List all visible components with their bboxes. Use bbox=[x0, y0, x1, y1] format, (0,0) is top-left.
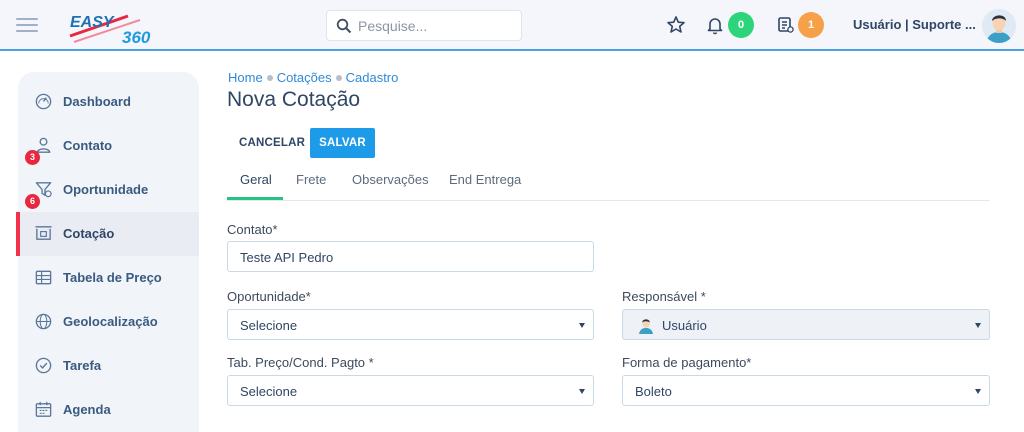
responsavel-select[interactable]: Usuário bbox=[622, 309, 990, 340]
app-logo[interactable]: EASY 360 bbox=[68, 10, 163, 47]
tab-end-entrega[interactable]: End Entrega bbox=[449, 172, 521, 200]
tasks-badge[interactable]: 1 bbox=[798, 12, 824, 38]
sidebar-item-label: Tarefa bbox=[63, 358, 102, 373]
globe-icon bbox=[35, 313, 52, 330]
contato-field[interactable]: Teste API Pedro bbox=[227, 241, 594, 272]
sidebar: Dashboard Contato 3 Oportunidade 6 Cotaç… bbox=[16, 72, 199, 432]
sidebar-item-geolocalizacao[interactable]: Geolocalização bbox=[18, 300, 199, 344]
notifications-badge[interactable]: 0 bbox=[728, 12, 754, 38]
contato-value: Teste API Pedro bbox=[240, 250, 334, 265]
sidebar-item-cotacao[interactable]: Cotação bbox=[16, 212, 199, 256]
task-check-icon bbox=[35, 357, 52, 374]
breadcrumb-home[interactable]: Home bbox=[228, 70, 263, 85]
sidebar-item-oportunidade[interactable]: Oportunidade 6 bbox=[18, 168, 199, 212]
sidebar-item-label: Tabela de Preço bbox=[63, 270, 162, 285]
user-avatar[interactable] bbox=[982, 9, 1016, 43]
forma-pagamento-label: Forma de pagamento* bbox=[622, 355, 752, 370]
sidebar-item-dashboard[interactable]: Dashboard bbox=[18, 80, 199, 124]
dashboard-gauge-icon bbox=[35, 93, 52, 110]
sidebar-item-tabela-de-preco[interactable]: Tabela de Preço bbox=[18, 256, 199, 300]
responsavel-value: Usuário bbox=[662, 318, 707, 333]
active-indicator bbox=[16, 212, 20, 256]
chevron-down-icon bbox=[579, 389, 585, 394]
sidebar-item-label: Agenda bbox=[63, 402, 111, 417]
save-button[interactable]: SALVAR bbox=[310, 128, 375, 158]
quote-icon bbox=[35, 226, 52, 240]
menu-icon[interactable] bbox=[16, 18, 38, 32]
breadcrumb: Home Cotações Cadastro bbox=[228, 70, 398, 85]
breadcrumb-separator bbox=[266, 75, 273, 82]
page-title: Nova Cotação bbox=[227, 88, 361, 111]
forma-pagamento-value: Boleto bbox=[635, 384, 672, 399]
form-tabs: Geral Frete Observações End Entrega bbox=[227, 166, 990, 201]
contato-count-badge: 3 bbox=[25, 150, 40, 165]
svg-text:EASY: EASY bbox=[70, 14, 115, 31]
svg-text:360: 360 bbox=[122, 28, 151, 46]
tab-geral[interactable]: Geral bbox=[240, 172, 272, 200]
search-input[interactable]: Pesquise... bbox=[326, 10, 522, 41]
responsavel-label: Responsável * bbox=[622, 289, 706, 304]
active-tab-indicator bbox=[227, 197, 283, 200]
sidebar-item-agenda[interactable]: Agenda bbox=[18, 388, 199, 432]
oportunidade-count-badge: 6 bbox=[25, 194, 40, 209]
tab-preco-label: Tab. Preço/Cond. Pagto * bbox=[227, 355, 374, 370]
tab-frete[interactable]: Frete bbox=[296, 172, 326, 200]
oportunidade-select[interactable]: Selecione bbox=[227, 309, 594, 340]
contato-label: Contato* bbox=[227, 222, 278, 237]
price-table-icon bbox=[35, 270, 52, 285]
sidebar-item-label: Dashboard bbox=[63, 94, 131, 109]
tab-observacoes[interactable]: Observações bbox=[352, 172, 429, 200]
breadcrumb-cotacoes[interactable]: Cotações bbox=[277, 70, 332, 85]
user-menu-label[interactable]: Usuário | Suporte ... bbox=[853, 17, 976, 32]
chevron-down-icon bbox=[975, 323, 981, 328]
oportunidade-value: Selecione bbox=[240, 318, 298, 333]
sidebar-item-label: Oportunidade bbox=[63, 182, 149, 197]
tab-preco-value: Selecione bbox=[240, 384, 298, 399]
calendar-icon bbox=[35, 401, 52, 417]
oportunidade-label: Oportunidade* bbox=[227, 289, 311, 304]
forma-pagamento-select[interactable]: Boleto bbox=[622, 375, 990, 406]
bell-icon[interactable] bbox=[705, 15, 725, 35]
tab-preco-select[interactable]: Selecione bbox=[227, 375, 594, 406]
top-bar: EASY 360 Pesquise... 0 1 Usuário | Supor… bbox=[0, 0, 1024, 51]
user-avatar-icon bbox=[639, 319, 653, 334]
search-icon bbox=[336, 18, 352, 34]
sidebar-item-contato[interactable]: Contato 3 bbox=[18, 124, 199, 168]
sidebar-item-tarefa[interactable]: Tarefa bbox=[18, 344, 199, 388]
chevron-down-icon bbox=[975, 389, 981, 394]
sidebar-item-label: Contato bbox=[63, 138, 113, 153]
sidebar-item-label: Geolocalização bbox=[63, 314, 158, 329]
search-placeholder: Pesquise... bbox=[358, 18, 428, 34]
breadcrumb-separator bbox=[335, 75, 342, 82]
tasks-list-icon[interactable] bbox=[776, 15, 796, 35]
chevron-down-icon bbox=[579, 323, 585, 328]
breadcrumb-cadastro: Cadastro bbox=[345, 70, 399, 85]
sidebar-item-label: Cotação bbox=[63, 226, 115, 241]
cancel-button[interactable]: CANCELAR bbox=[229, 128, 315, 158]
star-icon[interactable] bbox=[666, 15, 686, 35]
